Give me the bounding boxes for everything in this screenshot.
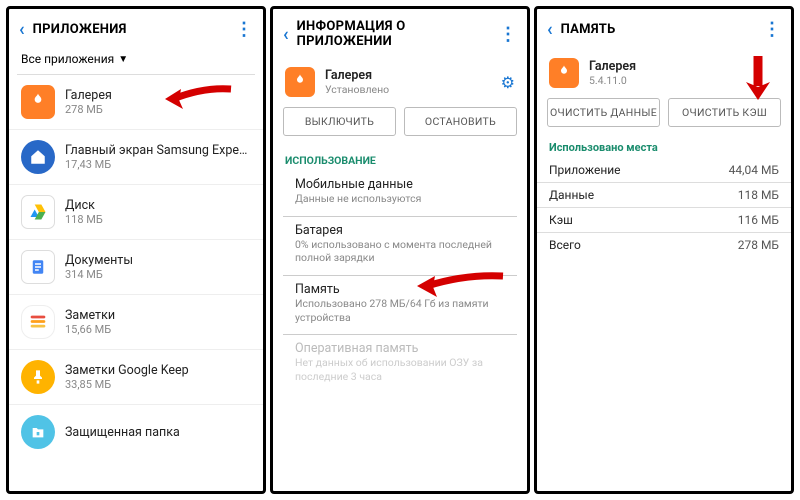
action-buttons: ОЧИСТИТЬ ДАННЫЕ ОЧИСТИТЬ КЭШ <box>537 98 791 137</box>
app-row[interactable]: Документы 314 МБ <box>9 240 263 295</box>
gallery-icon <box>285 67 315 97</box>
storage-row: Кэш 116 МБ <box>537 208 791 233</box>
app-name: Заметки Google Keep <box>65 363 251 378</box>
storage-row: Данные 118 МБ <box>537 183 791 208</box>
clear-cache-button[interactable]: ОЧИСТИТЬ КЭШ <box>668 98 781 127</box>
app-name: Защищенная папка <box>65 425 251 440</box>
gear-icon[interactable]: ⚙ <box>501 73 515 92</box>
app-name: Главный экран Samsung Experie.. <box>65 143 251 158</box>
row-battery[interactable]: Батарея 0% использовано с момента послед… <box>283 217 517 276</box>
back-icon[interactable]: ‹ <box>547 19 553 40</box>
app-name: Документы <box>65 253 251 268</box>
gallery-icon <box>549 58 579 88</box>
chevron-down-icon: ▼ <box>118 54 128 65</box>
row-sub: Нет данных об использовании ОЗУ за после… <box>295 356 505 383</box>
app-size: 33,85 МБ <box>65 378 251 391</box>
row-sub: Использовано 278 МБ/64 Гб из памяти устр… <box>295 297 505 324</box>
app-size: 17,43 МБ <box>65 158 251 171</box>
storage-val: 118 МБ <box>738 188 779 202</box>
drive-icon <box>21 195 55 229</box>
row-sub: 0% использовано с момента последней полн… <box>295 238 505 265</box>
app-row[interactable]: Главный экран Samsung Experie.. 17,43 МБ <box>9 130 263 185</box>
section-used-space: Использовано места <box>537 137 791 158</box>
filter-dropdown[interactable]: Все приложения ▼ <box>9 48 263 74</box>
app-name: Диск <box>65 198 251 213</box>
row-storage[interactable]: Память Использовано 278 МБ/64 Гб из памя… <box>283 276 517 335</box>
app-version: 5.4.11.0 <box>589 74 779 87</box>
more-icon[interactable]: ⋮ <box>499 24 517 45</box>
row-label: Оперативная память <box>295 341 505 356</box>
back-icon[interactable]: ‹ <box>283 24 289 45</box>
row-label: Мобильные данные <box>295 177 505 192</box>
app-size: 15,66 МБ <box>65 323 251 336</box>
screen-apps-list: ‹ ПРИЛОЖЕНИЯ ⋮ Все приложения ▼ Галерея … <box>6 6 266 494</box>
app-row[interactable]: Защищенная папка <box>9 405 263 459</box>
storage-row: Приложение 44,04 МБ <box>537 158 791 183</box>
page-title: ПРИЛОЖЕНИЯ <box>33 22 227 37</box>
header: ‹ ПРИЛОЖЕНИЯ ⋮ <box>9 9 263 48</box>
more-icon[interactable]: ⋮ <box>763 19 781 40</box>
force-stop-button[interactable]: ОСТАНОВИТЬ <box>404 107 517 136</box>
header: ‹ ИНФОРМАЦИЯ О ПРИЛОЖЕНИИ ⋮ <box>273 9 527 57</box>
section-usage: ИСПОЛЬЗОВАНИЕ <box>273 146 527 171</box>
app-name: Галерея <box>589 59 779 74</box>
app-row-gallery[interactable]: Галерея 278 МБ <box>9 75 263 130</box>
row-mobile-data[interactable]: Мобильные данные Данные не используются <box>283 171 517 217</box>
app-size: 278 МБ <box>65 103 251 116</box>
keep-icon <box>21 360 55 394</box>
app-row[interactable]: Заметки Google Keep 33,85 МБ <box>9 350 263 405</box>
install-status: Установлено <box>325 83 491 96</box>
storage-key: Кэш <box>549 213 573 227</box>
screen-storage: ‹ ПАМЯТЬ ⋮ Галерея 5.4.11.0 ОЧИСТИТЬ ДАН… <box>534 6 794 494</box>
gallery-icon <box>21 85 55 119</box>
app-name: Галерея <box>65 88 251 103</box>
app-row[interactable]: Заметки 15,66 МБ <box>9 295 263 350</box>
docs-icon <box>21 250 55 284</box>
app-row[interactable]: Диск 118 МБ <box>9 185 263 240</box>
app-header: Галерея 5.4.11.0 <box>537 48 791 98</box>
home-icon <box>21 140 55 174</box>
app-size: 118 МБ <box>65 213 251 226</box>
app-name: Галерея <box>325 68 491 83</box>
app-header: Галерея Установлено ⚙ <box>273 57 527 107</box>
page-title: ИНФОРМАЦИЯ О ПРИЛОЖЕНИИ <box>297 19 491 49</box>
disable-button[interactable]: ВЫКЛЮЧИТЬ <box>283 107 396 136</box>
more-icon[interactable]: ⋮ <box>235 19 253 40</box>
storage-row: Всего 278 МБ <box>537 233 791 257</box>
app-size: 314 МБ <box>65 268 251 281</box>
row-ram[interactable]: Оперативная память Нет данных об использ… <box>283 335 517 393</box>
storage-key: Приложение <box>549 163 621 177</box>
storage-val: 116 МБ <box>738 213 779 227</box>
action-buttons: ВЫКЛЮЧИТЬ ОСТАНОВИТЬ <box>273 107 527 146</box>
filter-label: Все приложения <box>21 52 114 66</box>
app-name: Заметки <box>65 308 251 323</box>
storage-key: Данные <box>549 188 594 202</box>
row-label: Память <box>295 282 505 297</box>
storage-val: 44,04 МБ <box>729 163 779 177</box>
storage-key: Всего <box>549 238 581 252</box>
secure-folder-icon <box>21 415 55 449</box>
apps-list: Галерея 278 МБ Главный экран Samsung Exp… <box>9 75 263 491</box>
storage-val: 278 МБ <box>738 238 779 252</box>
header: ‹ ПАМЯТЬ ⋮ <box>537 9 791 48</box>
row-label: Батарея <box>295 223 505 238</box>
notes-icon <box>21 305 55 339</box>
clear-data-button[interactable]: ОЧИСТИТЬ ДАННЫЕ <box>547 98 660 127</box>
screen-app-info: ‹ ИНФОРМАЦИЯ О ПРИЛОЖЕНИИ ⋮ Галерея Уста… <box>270 6 530 494</box>
row-sub: Данные не используются <box>295 192 505 206</box>
back-icon[interactable]: ‹ <box>19 19 25 40</box>
page-title: ПАМЯТЬ <box>561 22 755 37</box>
